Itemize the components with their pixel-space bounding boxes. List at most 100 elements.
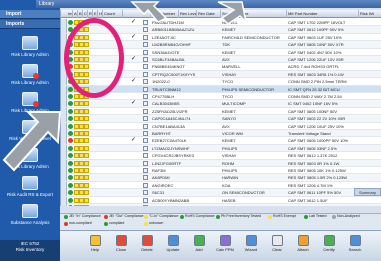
sidebar-item[interactable]: Risk Library Admin [0, 34, 60, 60]
status-indicator-icon [68, 138, 73, 144]
legend-swatch-icon [64, 215, 68, 219]
row-header[interactable] [61, 19, 67, 26]
sidebar-item[interactable]: Risk Library Admin [0, 62, 60, 88]
document-icon[interactable] [143, 64, 148, 70]
document-icon[interactable] [143, 145, 148, 151]
document-icon[interactable] [143, 160, 148, 166]
row-header[interactable] [61, 85, 67, 93]
column-header[interactable]: Count [103, 10, 123, 18]
document-icon[interactable] [143, 94, 148, 99]
document-icon[interactable] [143, 138, 148, 144]
document-icon[interactable] [143, 116, 148, 122]
status-indicator-icon [68, 123, 73, 129]
supplier-name-cell: FAIRCHILD SEMICONDUCTOR [222, 34, 280, 40]
table-row[interactable]: ✓ CALB3043M5S MULTICOMP IC SMT 0402 10NF 16… [61, 100, 381, 108]
certify-button[interactable]: Certify [318, 235, 340, 260]
table-row[interactable]: ✓ EZEB27C0A4T0LK KEMET CAP SMT 0605 1000PF … [61, 137, 381, 145]
app-window: Import Imports Risk Library Admin Risk Li… [0, 0, 381, 261]
row-header[interactable] [61, 93, 67, 100]
document-icon[interactable] [143, 57, 148, 62]
mfr-part-number-cell: Transient Voltage Stand [288, 131, 331, 136]
table-row[interactable]: LJN2JFG00RTF ROHM RES SMT 0603 0R 1% 0.1W [61, 159, 381, 167]
table-row[interactable]: AK8PDMI HARWIN RES SMT 0805 1.5R 2% 0.125W [61, 174, 381, 182]
attach-button[interactable]: Attach [292, 235, 314, 260]
update-button[interactable]: Update [162, 235, 184, 260]
table-row[interactable]: MUA270W12/ACBIMURATAChip Ferrite Bead [61, 204, 381, 206]
document-icon[interactable] [143, 34, 148, 40]
row-header[interactable] [61, 181, 67, 189]
checkmark-icon: ✓ [131, 56, 137, 62]
row-header[interactable] [61, 100, 67, 108]
sidebar-item[interactable]: Substance Analysis [0, 202, 60, 228]
sidebar-import-header[interactable]: Import [0, 10, 60, 19]
row-header[interactable] [61, 26, 67, 34]
window-title-bar[interactable]: Library [36, 0, 381, 8]
document-icon[interactable] [143, 131, 148, 136]
column-header[interactable]: Rev Level [179, 10, 197, 18]
table-row[interactable]: CAP0C4A45C4NL/74 SANYO CAP SMT 0603 22 2V … [61, 115, 381, 123]
calc-ppm-button[interactable]: Calc PPM [214, 235, 236, 260]
document-icon[interactable] [143, 197, 148, 203]
table-row[interactable]: CN7BE1ABA413A AVX CAP SMT 1206 10UF 25V 10… [61, 122, 381, 130]
document-icon[interactable] [143, 175, 148, 181]
legend-swatch-icon [104, 222, 108, 226]
window-title: Library [39, 1, 55, 7]
table-row[interactable]: RAF3M PHILIPS RES SMT 0805 10K 1% 0.125W [61, 167, 381, 175]
table-row[interactable]: S6C31 ON SEMICONDUCTOR CAP SMT 0611 10PF 5… [61, 189, 381, 197]
row-header[interactable] [61, 189, 67, 197]
document-icon[interactable] [143, 168, 148, 173]
item-number-cell: LTZMAO2JYNSWHF [152, 145, 190, 151]
table-row[interactable]: ZZ5RYAD25LV/2FR KEMET CAP SMT 0805 100NF 5… [61, 107, 381, 116]
document-icon[interactable] [143, 71, 148, 77]
close-button[interactable]: Close [110, 235, 132, 260]
legend-label: RoHS Exempt [273, 214, 296, 218]
legend-label: JEI "Out" Compliance [109, 214, 144, 218]
legend-label: Pb Free/Inventory Tested [221, 214, 262, 218]
document-icon[interactable] [143, 86, 148, 92]
supplier-name-cell: ROHM [222, 160, 235, 166]
sidebar-imports-header[interactable]: Imports [0, 20, 60, 29]
row-header[interactable] [61, 78, 67, 86]
document-icon[interactable] [143, 182, 148, 188]
help-button[interactable]: Help [84, 235, 106, 260]
table-row[interactable]: LTZMAO2JYNSWHF PHILIPS CAP SMT 0605 33NF 2… [61, 144, 381, 153]
document-icon[interactable] [143, 123, 148, 129]
supplier-name-cell: TDK [222, 42, 230, 48]
table-row[interactable]: CPGV4CR2JBSYRKE3 VISHAY RES SMT 0612 1.37K… [61, 152, 381, 160]
close-icon [116, 235, 127, 246]
table-row[interactable]: ANGIROEC KOA RES SMT 1206 4.7M 1% [61, 181, 381, 190]
document-icon[interactable] [143, 42, 148, 48]
summary-panel[interactable]: Summary [354, 188, 381, 196]
table-row[interactable]: BARRYHT VICOR WM Transient Voltage Stand [61, 130, 381, 138]
table-row[interactable]: ACB00YYBMN2ABB HASEB CAP SMT 0612 1.5UF [61, 196, 381, 204]
document-icon[interactable] [143, 79, 148, 85]
document-icon[interactable] [143, 49, 148, 55]
mfr-part-number-cell: CAP SMT 1702 22MPF 16VOLT [288, 20, 346, 25]
item-number-cell: FN65BE454KNGT [152, 64, 185, 70]
checkmark-icon: ✓ [131, 137, 137, 144]
document-icon[interactable] [143, 108, 148, 114]
clear-button[interactable]: Clear [266, 235, 288, 260]
add-button[interactable]: Add [188, 235, 210, 260]
row-header[interactable] [61, 204, 67, 206]
document-icon[interactable] [143, 205, 148, 206]
search-button-label: Search [348, 247, 362, 252]
sidebar-footer: IEC 6752 Risk Inventory [0, 240, 60, 261]
bottom-toolbar: Help Close Delete Update Add Calc PPM Wizard Cl… [60, 230, 381, 261]
document-icon[interactable] [143, 101, 148, 107]
compliance-flag-cell [84, 205, 89, 206]
delete-button[interactable]: Delete [136, 235, 158, 260]
column-header[interactable]: Risk Wt [359, 10, 381, 18]
wizard-button-label: Wizard [244, 247, 258, 252]
mfr-part-number-cell: RES SMT 0612 1.37K 2512 [288, 153, 338, 159]
document-icon[interactable] [143, 153, 148, 159]
wizard-button[interactable]: Wizard [240, 235, 262, 260]
row-header[interactable] [61, 196, 67, 204]
search-button[interactable]: Search [344, 235, 366, 260]
item-number-cell: CN7BE1ABA413A [152, 123, 185, 129]
table-row[interactable]: CP4775BLH TYCO CONN SMD 2 WAY 2.7M 2.54 [61, 93, 381, 101]
mfr-part-number-cell: IC SMT QFN 25 32 BIT MCU [288, 86, 340, 92]
document-icon[interactable] [143, 190, 148, 196]
document-icon[interactable] [143, 27, 148, 33]
column-header[interactable]: Mfr Part Number [287, 10, 359, 18]
